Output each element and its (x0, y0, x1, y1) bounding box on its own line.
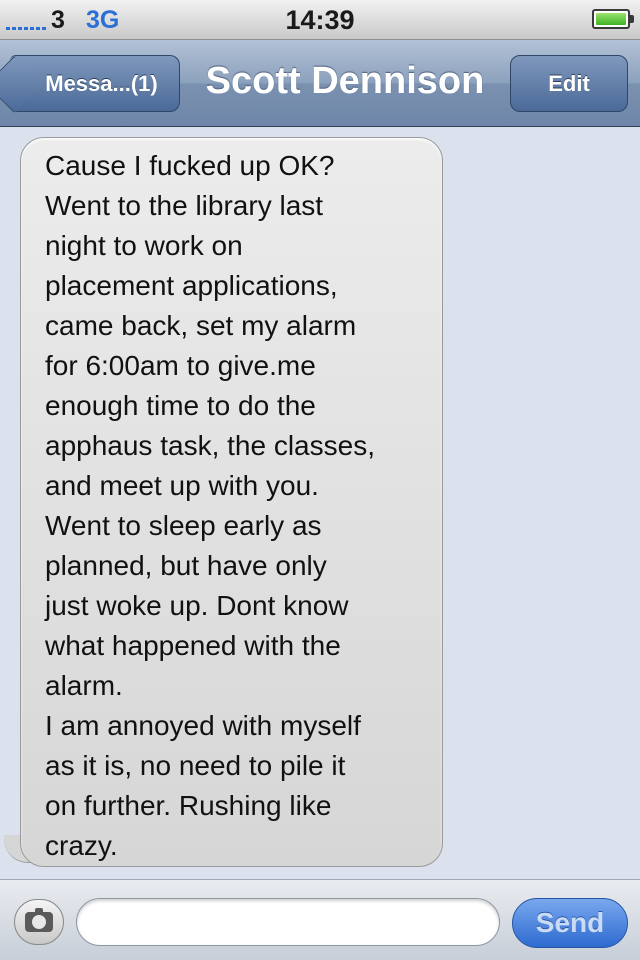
camera-button[interactable] (14, 899, 64, 945)
camera-icon (25, 908, 53, 932)
message-text: Cause I fucked up OK? Went to the librar… (45, 150, 375, 861)
status-time: 14:39 (285, 5, 355, 35)
send-button[interactable]: Send (512, 898, 628, 948)
contact-name-title: Scott Dennison (205, 60, 485, 102)
back-to-messages-button[interactable]: Messa...(1) (10, 55, 180, 112)
compose-bar: Send (0, 879, 640, 960)
back-button-label: Messa...(1) (45, 70, 158, 96)
edit-button[interactable]: Edit (510, 55, 628, 112)
battery-icon (592, 9, 634, 29)
send-button-label: Send (535, 907, 605, 938)
incoming-message-bubble[interactable]: Cause I fucked up OK? Went to the librar… (20, 137, 443, 867)
navigation-bar: Messa...(1) Scott Dennison Edit (0, 40, 640, 127)
message-input[interactable] (76, 898, 500, 946)
status-bar: 3 3G 14:39 (0, 0, 640, 40)
edit-button-label: Edit (548, 70, 590, 96)
conversation-view[interactable]: Cause I fucked up OK? Went to the librar… (0, 127, 640, 879)
